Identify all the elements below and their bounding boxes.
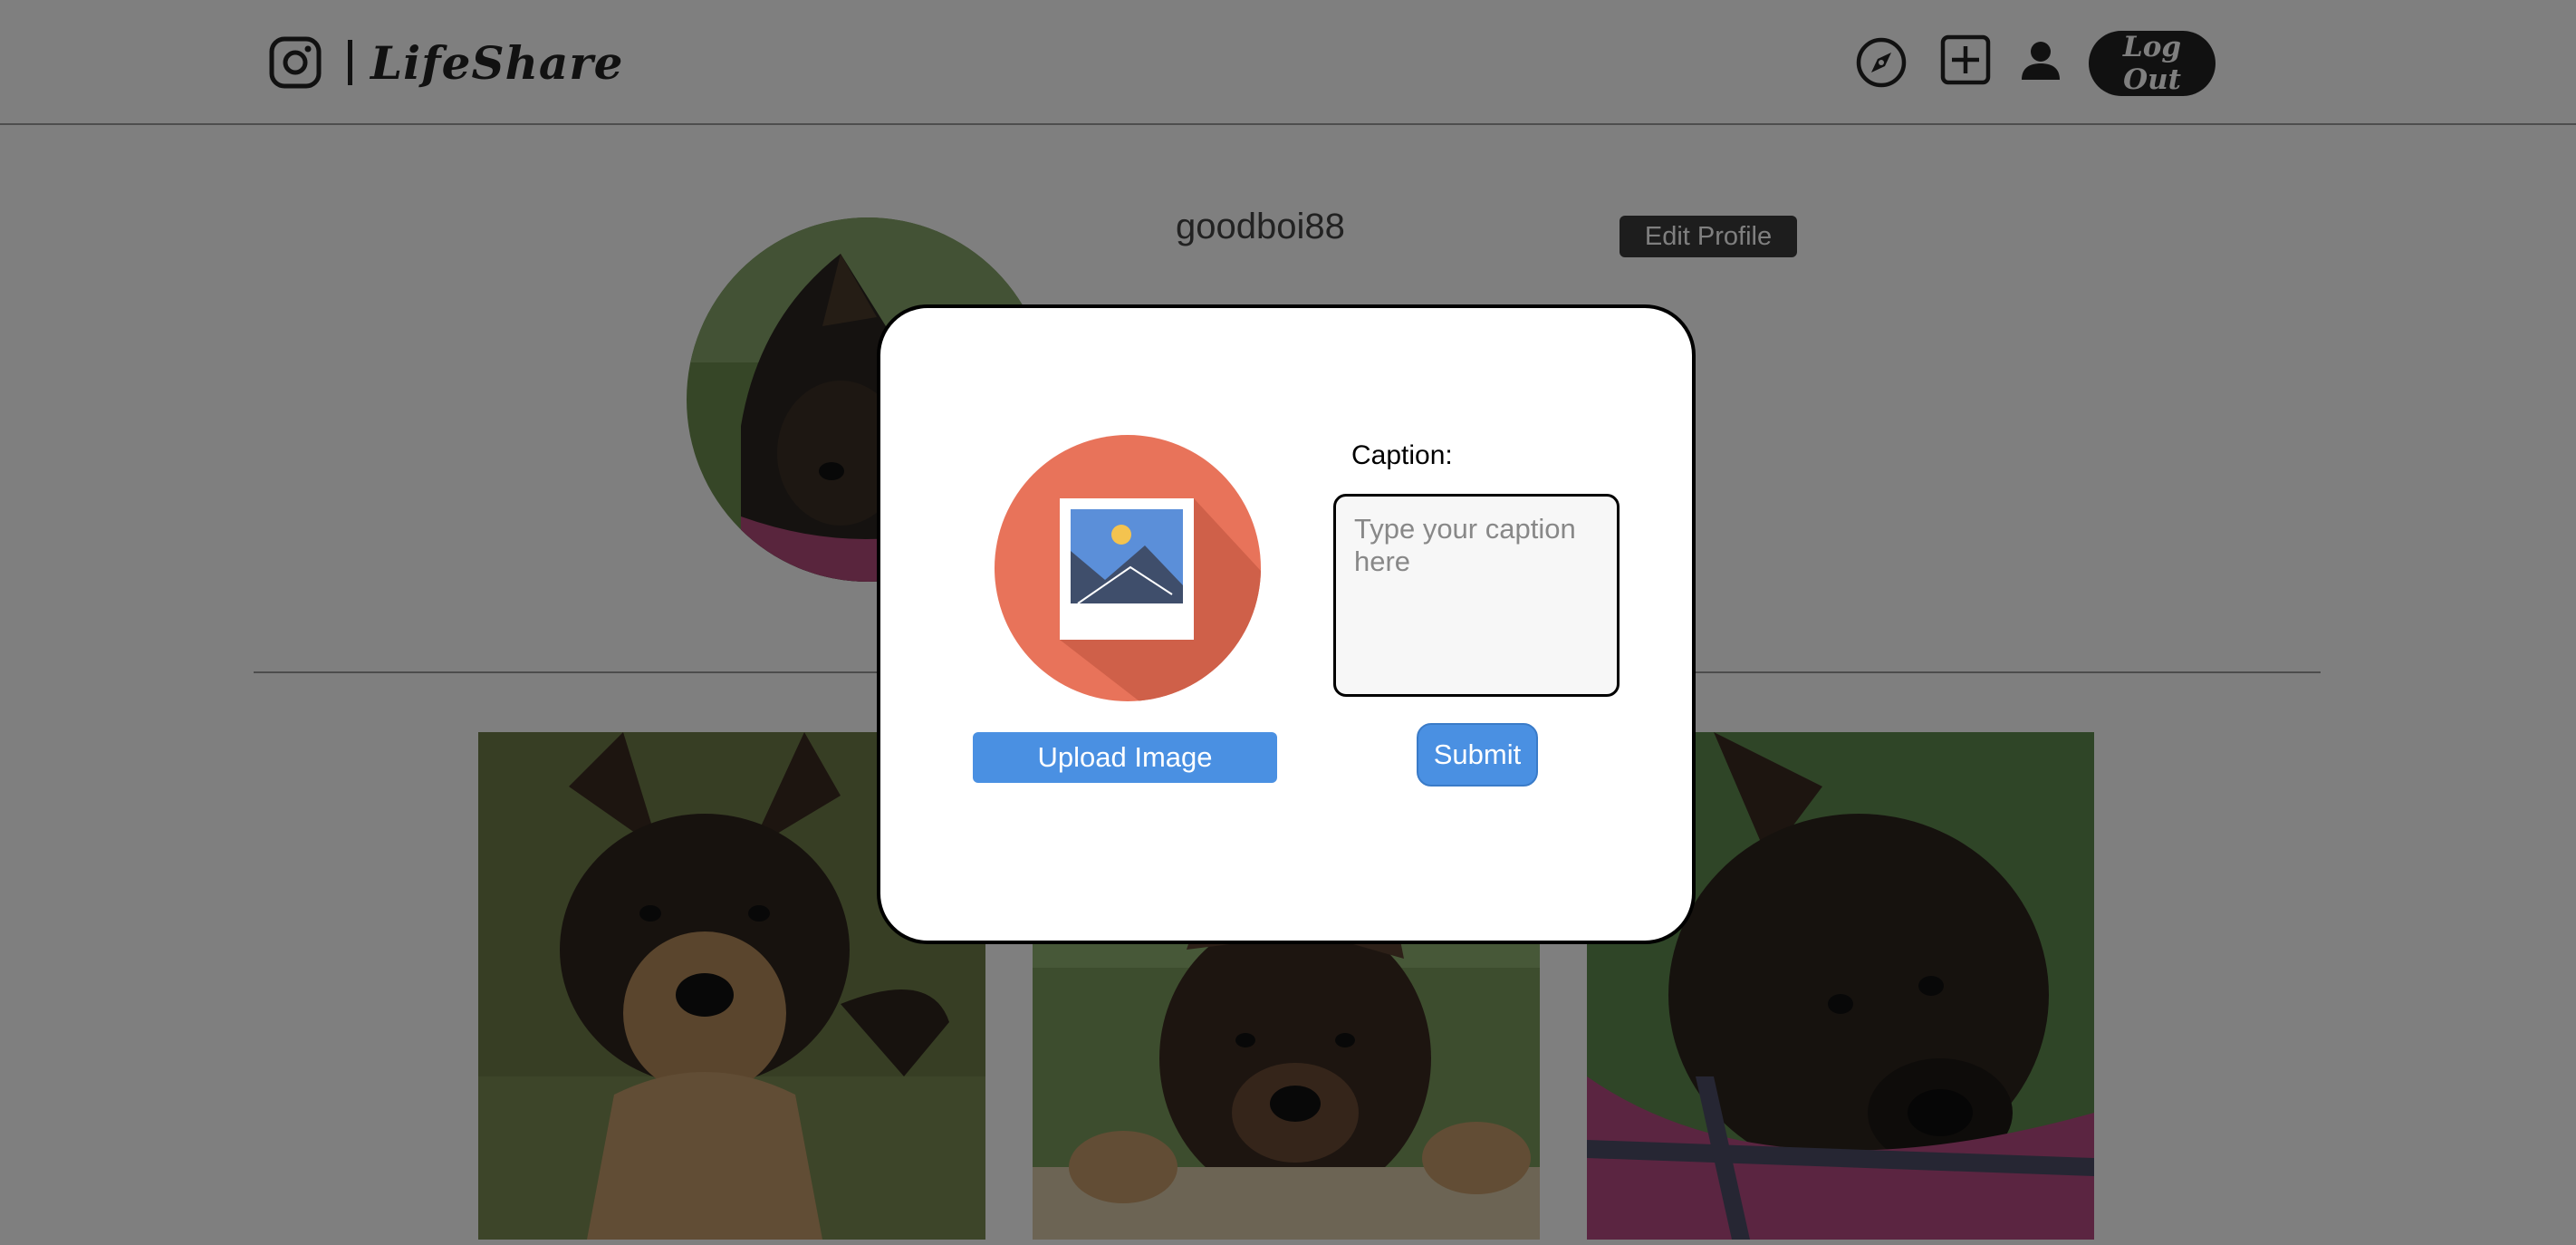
new-post-modal: Upload Image Caption: Submit (877, 304, 1696, 944)
upload-image-button[interactable]: Upload Image (973, 732, 1277, 783)
caption-label: Caption: (1351, 440, 1453, 470)
caption-input[interactable] (1333, 494, 1620, 697)
submit-button[interactable]: Submit (1417, 723, 1538, 787)
image-placeholder-icon (995, 435, 1261, 701)
profile-page: LifeShare Log Out (0, 0, 2576, 1245)
